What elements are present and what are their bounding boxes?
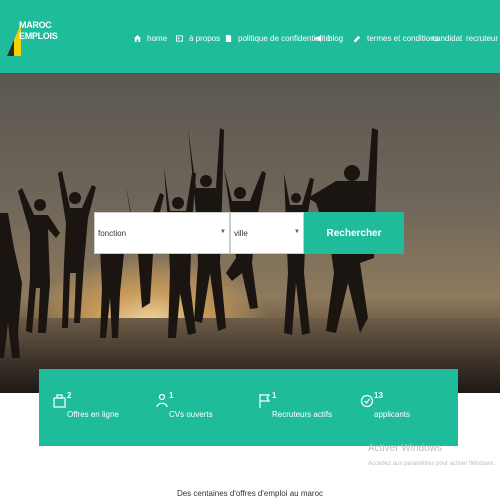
search-button[interactable]: Rechercher	[304, 212, 404, 254]
document-icon	[225, 34, 232, 42]
chevron-down-icon: ▼	[294, 229, 300, 235]
stat-label: applicants	[374, 410, 411, 419]
nav-label: termes et conditions	[367, 33, 439, 43]
brand-line-1: MAROC	[19, 20, 52, 30]
stat-value: 1	[272, 391, 277, 400]
chevron-down-icon: ▼	[220, 229, 226, 235]
check-circle-icon	[360, 394, 374, 408]
nav-label: recruteur	[466, 33, 499, 43]
hero-banner: fonction ▼ ville ▼ Rechercher	[0, 73, 500, 393]
nav-item-home[interactable]: home	[134, 31, 167, 45]
nav-item-candidat[interactable]: candidat	[432, 31, 462, 45]
stat-label: CVs ouverts	[169, 410, 213, 419]
function-select[interactable]: fonction ▼	[94, 212, 230, 254]
city-select-placeholder: ville	[234, 229, 248, 238]
nav-item-a-propos[interactable]: à propos	[176, 31, 220, 45]
edit-icon	[354, 35, 361, 42]
nav-label: home	[147, 33, 168, 43]
briefcase-icon	[53, 394, 66, 408]
stat-label: Recruteurs actifs	[272, 410, 333, 419]
nav-label: blog	[328, 33, 344, 43]
stat-label: Offres en ligne	[67, 410, 119, 419]
main-nav: home à propos politique de confidentiali…	[0, 31, 500, 45]
home-icon	[134, 34, 141, 42]
city-select[interactable]: ville ▼	[230, 212, 304, 254]
nav-item-termes[interactable]: termes et conditions	[354, 31, 439, 45]
megaphone-icon	[315, 34, 322, 42]
nav-label: à propos	[189, 33, 221, 43]
windows-activation-subtitle: Accédez aux paramètres pour activer Wind…	[368, 461, 496, 467]
users-icon	[156, 393, 168, 408]
stat-value: 2	[67, 391, 72, 400]
windows-activation-title: Activer Windows	[368, 443, 442, 454]
nav-item-recruteur[interactable]: recruteur	[466, 31, 498, 45]
nav-item-blog[interactable]: blog	[315, 31, 343, 45]
stat-value: 13	[374, 391, 383, 400]
nav-label: candidat	[432, 33, 463, 43]
search-bar: fonction ▼ ville ▼ Rechercher	[94, 212, 404, 254]
site-header: MAROC EMPLOIS home à propos politique de…	[0, 0, 500, 73]
tagline: Des centaines d'offres d'emploi au maroc	[176, 489, 324, 498]
stat-value: 1	[169, 391, 174, 400]
stats-panel: 2 Offres en ligne 1 CVs ouverts 1 Recrut…	[39, 369, 458, 446]
id-card-icon	[176, 34, 183, 42]
flag-icon	[259, 394, 271, 408]
function-select-placeholder: fonction	[98, 229, 127, 238]
